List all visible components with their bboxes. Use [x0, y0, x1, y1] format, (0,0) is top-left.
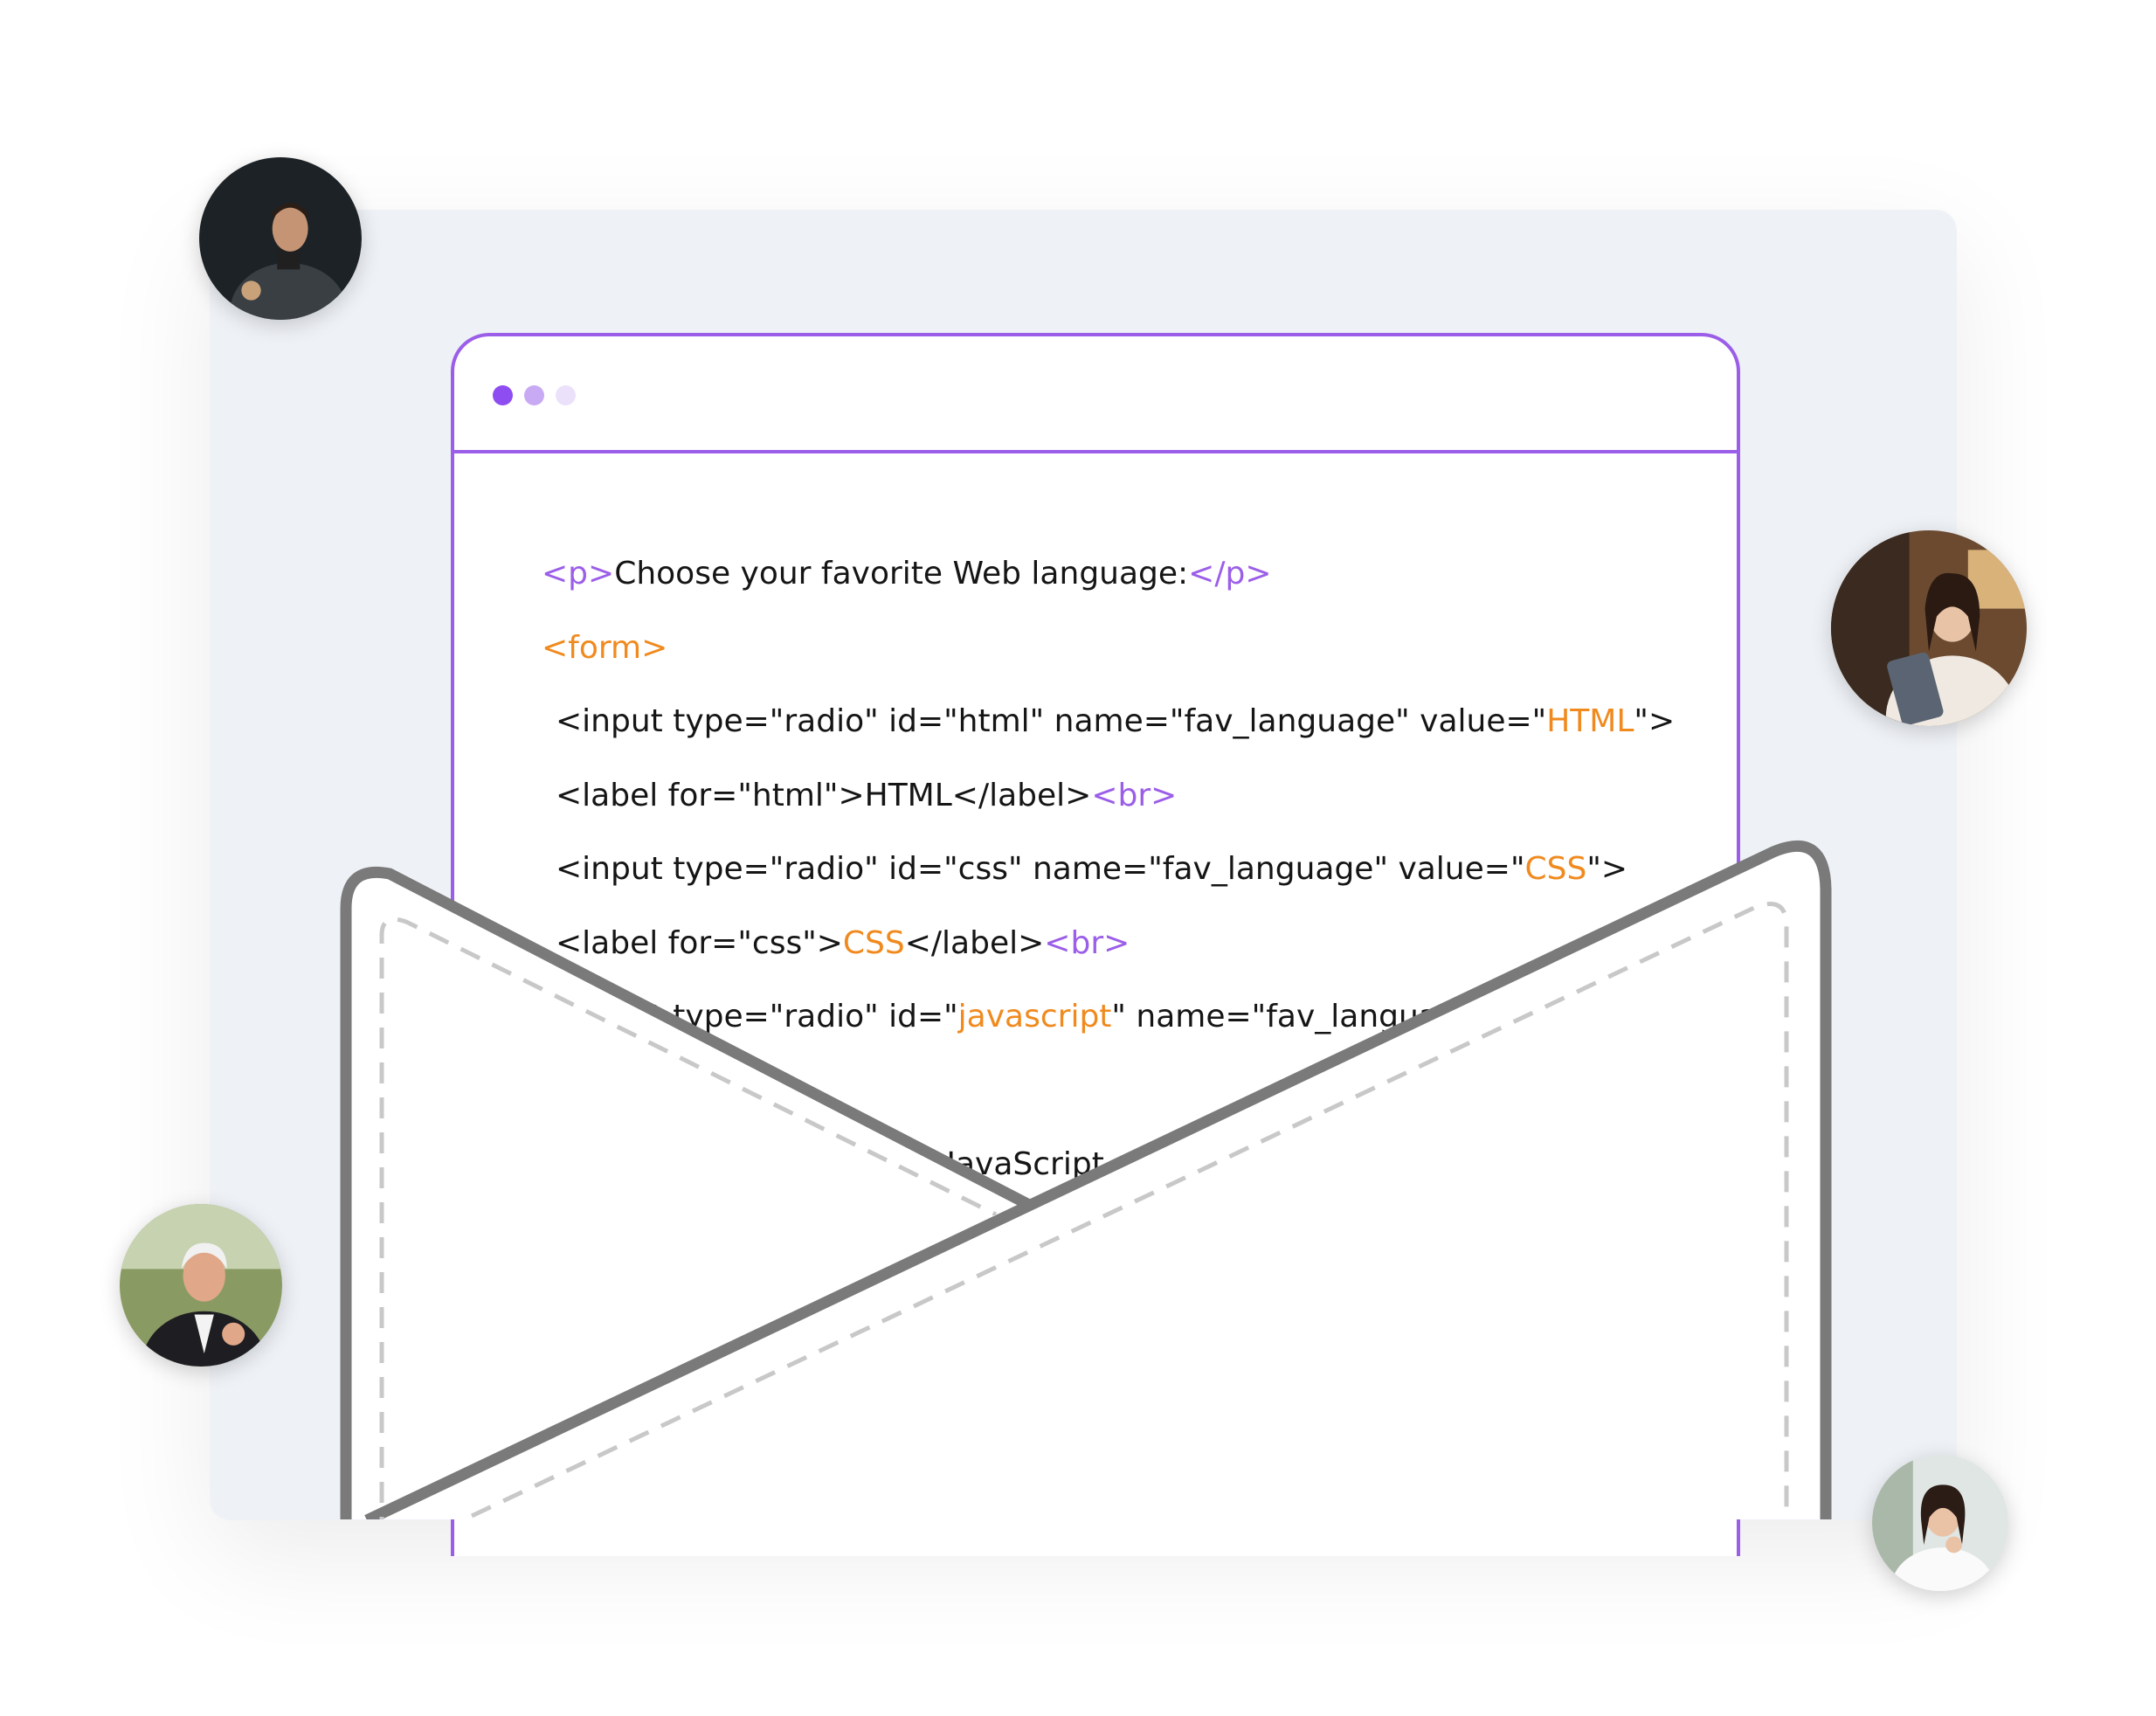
- code-text: <input type="radio" id="html" name="fav_…: [556, 703, 1547, 739]
- code-text: <label for="javascript">JavaScript</labe…: [556, 1146, 1244, 1182]
- code-line-2: <form>: [542, 629, 668, 666]
- br-tag: <br>: [1044, 924, 1130, 961]
- label-css: CSS: [842, 924, 905, 961]
- avatar-woman-office: [1831, 530, 2027, 726]
- code-line-6: <label for="css">CSS</label><br>: [542, 907, 1702, 981]
- code-text: ">: [1586, 851, 1628, 887]
- prompt-text: Choose your favorite Web language:: [614, 556, 1189, 592]
- value-css: CSS: [1524, 851, 1587, 887]
- minimize-dot[interactable]: [524, 385, 544, 405]
- code-line-4: <label for="html">HTML</label><br>: [542, 759, 1702, 834]
- browser-window: <p>Choose your favorite Web language:</p…: [451, 333, 1740, 1556]
- window-titlebar: [454, 336, 1737, 453]
- code-text: <input type="radio" id="css" name="fav_l…: [556, 851, 1525, 887]
- code-line-1: <p>Choose your favorite Web language:</p…: [542, 537, 1702, 612]
- p-open-tag: <p>: [542, 556, 615, 592]
- code-text: <input type="radio" id=": [556, 999, 958, 1034]
- close-dot[interactable]: [493, 385, 513, 405]
- avatar-older-man: [120, 1204, 282, 1367]
- avatar-man-dark: [199, 157, 362, 320]
- br-tag: <br>: [1091, 777, 1178, 813]
- code-text: <label for="css">: [556, 924, 843, 961]
- avatar-woman-smiling: [1872, 1455, 2008, 1591]
- code-text: </label>: [904, 924, 1045, 961]
- value-html: HTML: [1546, 703, 1634, 739]
- maximize-dot[interactable]: [556, 385, 576, 405]
- code-line-7: <input type="radio" id="javascript" name…: [542, 980, 1702, 1055]
- code-line-5: <input type="radio" id="css" name="fav_l…: [542, 833, 1702, 907]
- code-line-3: <input type="radio" id="html" name="fav_…: [542, 685, 1702, 759]
- p-close-tag: </p>: [1188, 556, 1272, 592]
- value-javascript: javascript: [957, 999, 1112, 1034]
- code-text: <label for="html">HTML</label>: [556, 777, 1092, 813]
- code-text: ">: [1634, 703, 1676, 739]
- code-line-9: <label for="javascript">JavaScript</labe…: [542, 1128, 1702, 1202]
- code-text: " name="fav_language" v: [1111, 999, 1521, 1034]
- code-block: <p>Choose your favorite Web language:</p…: [542, 537, 1702, 1202]
